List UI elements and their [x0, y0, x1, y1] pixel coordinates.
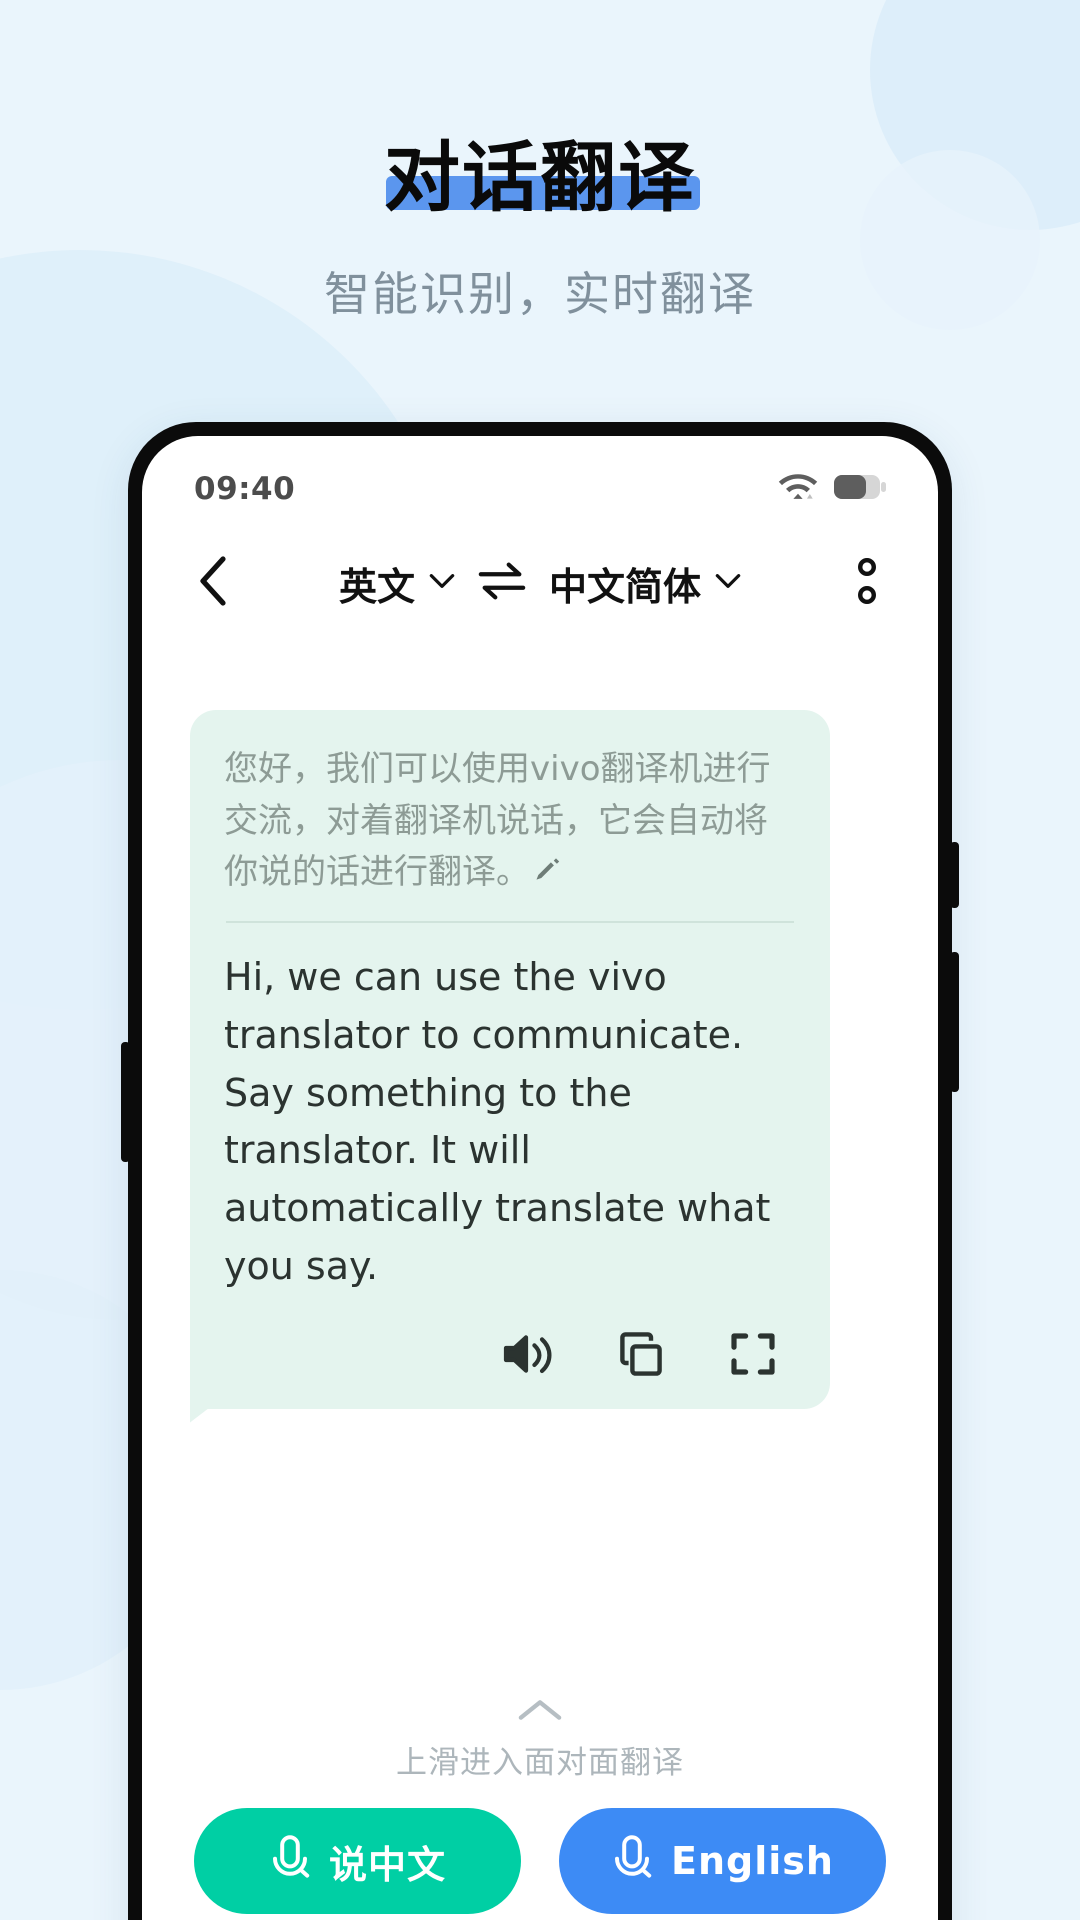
- phone-side-button-right-upper: [950, 842, 959, 908]
- chevron-down-icon: [715, 573, 741, 594]
- conversation-area: 您好，我们可以使用vivo翻译机进行交流，对着翻译机说话，它会自动将你说的话进行…: [142, 638, 938, 1409]
- pencil-edit-icon[interactable]: [532, 851, 562, 903]
- bubble-action-row: [224, 1296, 796, 1389]
- message-bubble[interactable]: 您好，我们可以使用vivo翻译机进行交流，对着翻译机说话，它会自动将你说的话进行…: [190, 710, 830, 1409]
- source-text-block: 您好，我们可以使用vivo翻译机进行交流，对着翻译机说话，它会自动将你说的话进行…: [224, 744, 796, 903]
- page-subtitle: 智能识别，实时翻译: [324, 267, 756, 321]
- more-options-icon: [856, 555, 878, 612]
- source-language-label: 英文: [338, 564, 415, 609]
- bubble-divider: [226, 921, 794, 924]
- target-language-label: 中文简体: [549, 564, 702, 609]
- phone-side-button-right-lower: [950, 952, 959, 1092]
- back-button[interactable]: [182, 555, 244, 612]
- copy-icon[interactable]: [616, 1330, 666, 1383]
- chevron-down-icon: [429, 573, 455, 594]
- language-selector-row: 英文 中文简体: [244, 556, 836, 611]
- more-options-button[interactable]: [836, 555, 898, 612]
- fullscreen-icon[interactable]: [728, 1330, 778, 1383]
- translated-text: Hi, we can use the vivo translator to co…: [224, 955, 771, 1288]
- phone-screen: 09:40 英文 中文简体 您好，我们可以使用vivo翻译机进行交流，对着翻译机…: [142, 436, 938, 1920]
- speak-button-row: 说中文 English: [142, 1808, 938, 1920]
- status-bar: 09:40: [142, 436, 938, 528]
- swipe-hint[interactable]: 上滑进入面对面翻译: [142, 1698, 938, 1808]
- swap-languages-icon[interactable]: [477, 561, 527, 606]
- page-header: 对话翻译 智能识别，实时翻译: [0, 0, 1080, 324]
- page-title-wrap: 对话翻译: [384, 133, 700, 222]
- status-time: 09:40: [194, 471, 296, 507]
- status-icon-group: [778, 471, 886, 508]
- source-text: 您好，我们可以使用vivo翻译机进行交流，对着翻译机说话，它会自动将你说的话进行…: [224, 749, 771, 893]
- phone-mockup: 09:40 英文 中文简体 您好，我们可以使用vivo翻译机进行交流，对着翻译机…: [121, 422, 959, 1920]
- swipe-hint-label: 上滑进入面对面翻译: [396, 1745, 684, 1781]
- speak-chinese-label: 说中文: [328, 1842, 446, 1887]
- source-language-selector[interactable]: 英文: [339, 556, 455, 611]
- bottom-panel: 上滑进入面对面翻译 说中文 English: [142, 1698, 938, 1920]
- battery-icon: [834, 473, 886, 506]
- app-nav-bar: 英文 中文简体: [142, 528, 938, 638]
- speak-english-label: English: [671, 1839, 834, 1883]
- chevron-up-icon: [517, 1700, 563, 1726]
- microphone-icon: [611, 1834, 653, 1889]
- back-chevron-icon: [197, 555, 229, 612]
- page-title: 对话翻译: [384, 133, 696, 222]
- speaker-icon[interactable]: [502, 1331, 554, 1382]
- wifi-icon: [778, 471, 818, 508]
- phone-side-button-left: [121, 1042, 130, 1162]
- target-language-selector[interactable]: 中文简体: [549, 556, 741, 611]
- microphone-icon: [269, 1834, 311, 1889]
- speak-chinese-button[interactable]: 说中文: [194, 1808, 521, 1914]
- speak-english-button[interactable]: English: [559, 1808, 886, 1914]
